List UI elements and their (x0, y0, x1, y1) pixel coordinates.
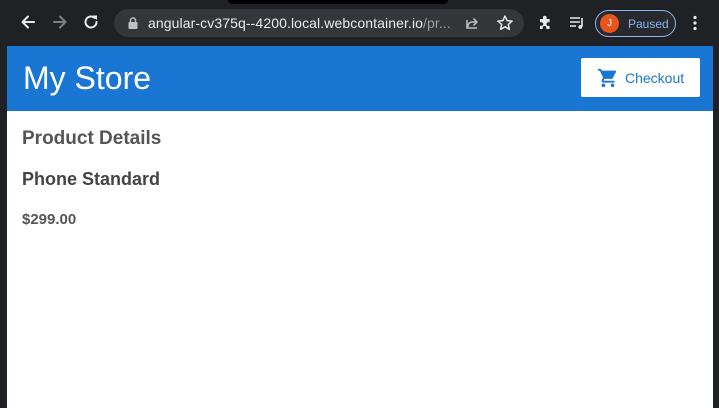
checkout-label: Checkout (625, 69, 685, 86)
page-heading: Product Details (22, 128, 162, 149)
store-title-link[interactable]: My Store (23, 60, 151, 96)
extensions-icon[interactable] (536, 14, 554, 32)
profile-button[interactable]: J Paused (595, 10, 676, 37)
arrow-right-icon (53, 15, 67, 29)
browser-toolbar: angular-cv375q--4200.local.webcontainer.… (0, 0, 719, 46)
forward-button[interactable] (48, 10, 72, 34)
tab-strip-edge (228, 0, 448, 4)
window-border-left (0, 46, 7, 408)
window-border-right (713, 46, 719, 408)
url-path: /pr... (423, 15, 451, 31)
more-vert-icon[interactable] (686, 14, 704, 32)
product-name: Phone Standard (22, 169, 161, 189)
reload-icon (84, 15, 98, 29)
lock-icon[interactable] (126, 16, 140, 30)
share-icon[interactable] (464, 15, 480, 31)
media-control-icon[interactable] (568, 14, 586, 32)
arrow-left-icon (21, 15, 35, 29)
address-bar[interactable]: angular-cv375q--4200.local.webcontainer.… (114, 9, 524, 37)
url-host: angular-cv375q--4200.local.webcontainer.… (148, 15, 424, 31)
app-top-bar: My Store Checkout (7, 46, 713, 111)
url-text[interactable]: angular-cv375q--4200.local.webcontainer.… (148, 15, 451, 31)
checkout-button[interactable]: Checkout (581, 58, 700, 97)
profile-status: Paused (628, 17, 669, 31)
star-icon[interactable] (496, 14, 514, 32)
product-price: $299.00 (22, 211, 77, 228)
reload-button[interactable] (79, 10, 103, 34)
shopping-cart-icon (597, 68, 617, 87)
page-viewport: My Store Checkout Product Details Phone … (7, 46, 713, 408)
back-button[interactable] (16, 10, 40, 34)
avatar: J (600, 14, 619, 33)
